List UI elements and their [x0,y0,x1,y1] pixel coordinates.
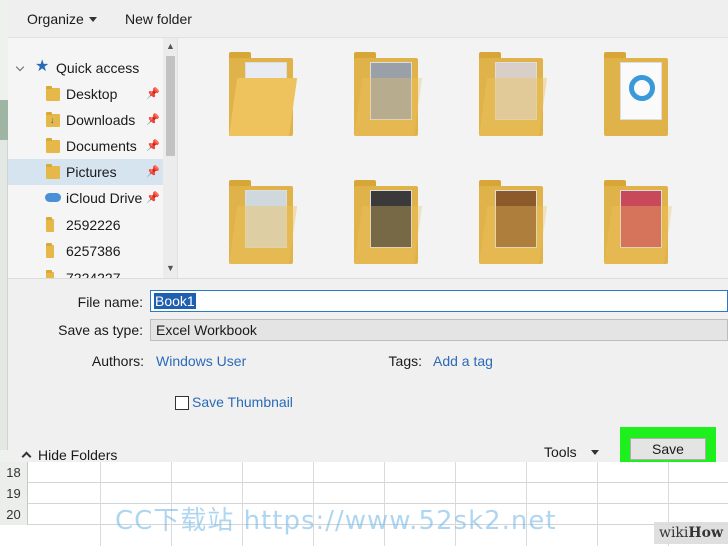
tags-label: Tags: [388,353,422,369]
file-view [178,38,728,278]
folder-icon [46,86,60,101]
organize-button[interactable]: Organize [27,11,97,27]
row-number[interactable]: 18 [0,462,28,483]
excel-row-strip [0,140,8,450]
save-thumbnail-label[interactable]: Save Thumbnail [192,394,293,410]
file-name-input[interactable]: Book1 [150,290,728,312]
nav-item-folder-2592226[interactable]: 2592226 [8,212,163,238]
folder-icon [46,243,54,258]
folder-tile[interactable] [473,48,551,148]
save-as-dialog: Organize New folder ★ Quick access Deskt… [8,0,728,467]
nav-item-desktop[interactable]: Desktop 📌 [8,81,163,107]
row-number[interactable]: 19 [0,483,28,504]
nav-label: Downloads [66,112,136,128]
authors-field[interactable]: Windows User [156,353,246,369]
save-as-type-label: Save as type: [58,322,143,338]
nav-item-icloud-drive[interactable]: iCloud Drive 📌 [8,185,163,211]
folder-icon [46,217,54,232]
folder-tile[interactable] [348,176,426,276]
chevron-up-icon [21,451,32,462]
nav-item-pictures[interactable]: Pictures 📌 [8,159,163,185]
expand-chevron-icon[interactable] [15,62,25,72]
scroll-down-icon[interactable]: ▼ [166,264,175,273]
excel-column-strip [0,100,8,140]
download-folder-icon: ↓ [46,112,60,127]
caret-down-icon [88,17,97,22]
pin-icon: 📌 [146,192,160,204]
nav-label: Quick access [56,60,140,76]
wikihow-logo: wikiHow [654,522,728,544]
authors-label: Authors: [91,353,144,369]
tags-field[interactable]: Add a tag [433,353,493,369]
navigation-pane: ★ Quick access Desktop 📌 ↓ Downloads 📌 D… [8,38,178,278]
internet-explorer-icon [629,75,655,101]
folder-icon [46,138,60,153]
nav-label: 7224227 [66,270,121,278]
table-row: 18 [0,462,728,483]
nav-label: Documents [66,138,137,154]
save-button[interactable]: Save [630,438,706,460]
cloud-icon [45,193,61,202]
folder-icon [46,164,60,179]
folder-tile[interactable] [598,48,676,148]
scroll-up-icon[interactable]: ▲ [166,42,175,51]
folder-tile[interactable] [223,48,301,148]
grid-line [100,462,101,546]
organize-label: Organize [27,11,84,27]
pin-icon: 📌 [146,140,160,152]
new-folder-button[interactable]: New folder [125,11,192,27]
hide-folders-button[interactable]: Hide Folders [20,447,117,463]
save-as-type-select[interactable]: Excel Workbook [150,319,728,341]
save-form: File name: Book1 Save as type: Excel Wor… [8,278,728,467]
hide-folders-label: Hide Folders [38,447,118,463]
pin-icon: 📌 [146,114,160,126]
pin-icon: 📌 [146,88,160,100]
watermark-text: CC下载站 https://www.52sk2.net [115,506,557,536]
dialog-toolbar: Organize New folder [8,0,728,38]
nav-label: Desktop [66,86,118,102]
nav-label: iCloud Drive [66,190,143,206]
folder-tile[interactable] [473,176,551,276]
nav-item-quick-access[interactable]: ★ Quick access [8,55,163,81]
folder-tile[interactable] [348,48,426,148]
wikihow-logo-how: How [688,525,724,541]
pin-icon: 📌 [146,166,160,178]
nav-label: Pictures [66,164,117,180]
file-name-label: File name: [77,294,143,310]
star-icon: ★ [35,58,50,75]
nav-item-folder-6257386[interactable]: 6257386 [8,238,163,264]
file-name-value: Book1 [154,293,196,309]
folder-tile[interactable] [223,176,301,276]
save-thumbnail-checkbox[interactable] [175,396,189,410]
nav-item-downloads[interactable]: ↓ Downloads 📌 [8,107,163,133]
wikihow-logo-wiki: wiki [658,525,689,541]
caret-down-icon[interactable] [591,450,599,455]
tools-button[interactable]: Tools [544,444,577,460]
row-number[interactable]: 20 [0,504,28,525]
nav-item-folder-7224227[interactable]: 7224227 [8,265,163,278]
nav-label: 6257386 [66,243,121,259]
scrollbar-thumb[interactable] [166,56,175,156]
grid-line [597,462,598,546]
nav-item-documents[interactable]: Documents 📌 [8,133,163,159]
nav-scrollbar[interactable]: ▲ ▼ [163,38,177,278]
folder-tile[interactable] [598,176,676,276]
nav-label: 2592226 [66,217,121,233]
